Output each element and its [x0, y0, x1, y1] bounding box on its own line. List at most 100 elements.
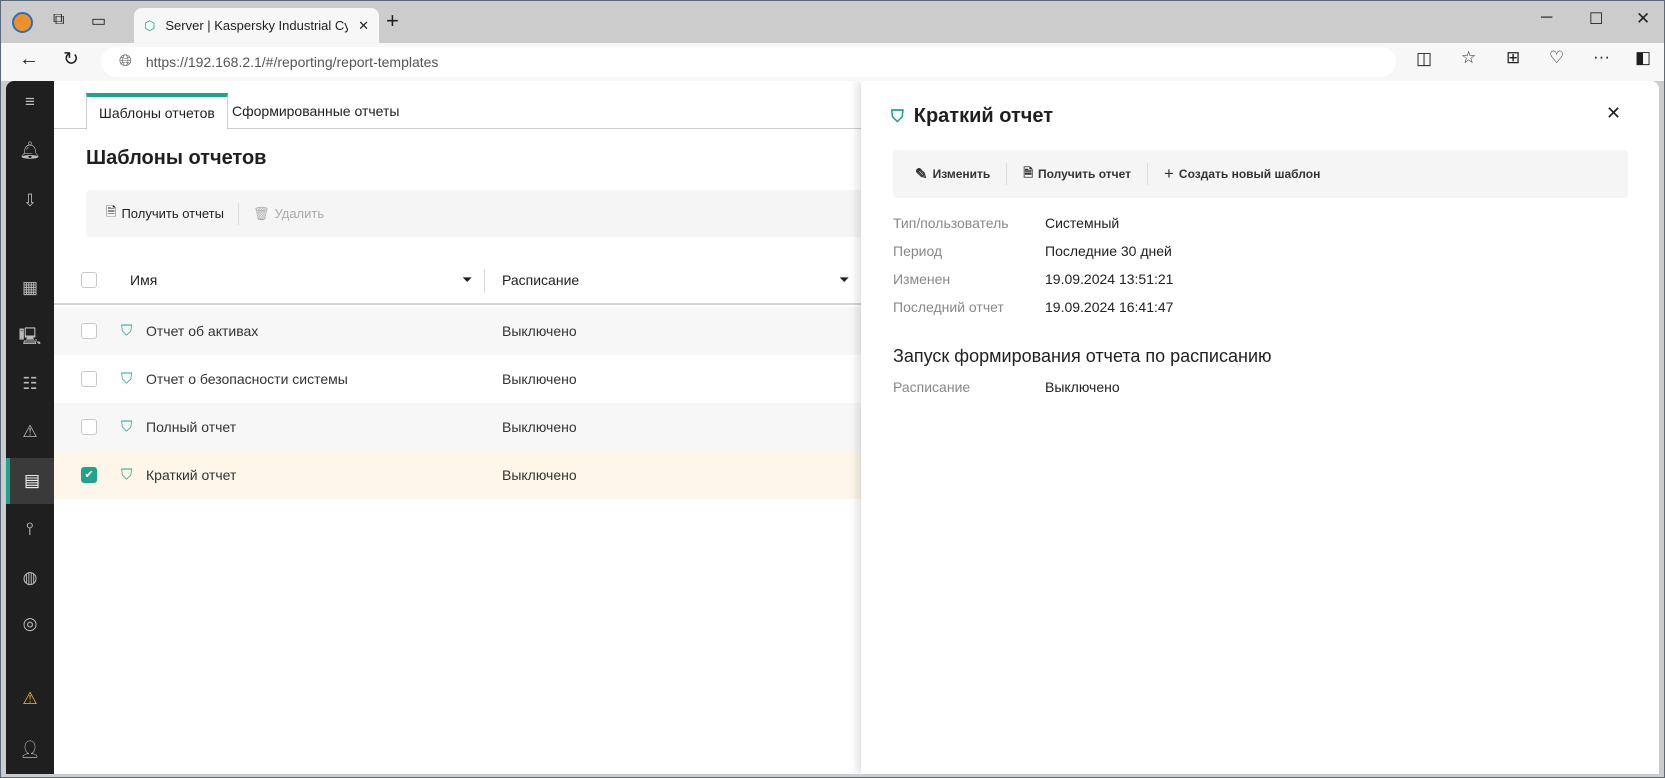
tab-title: Server | Kaspersky Industrial Cybe — [165, 18, 349, 33]
table-row[interactable]: ⛉ Отчет об активах Выключено — [54, 307, 861, 355]
sidebar-toggle-icon[interactable]: ◧ — [1635, 48, 1651, 68]
minimize-button[interactable]: ─ — [1541, 9, 1552, 27]
settings-sliders-icon[interactable]: ⫯ — [6, 506, 54, 552]
tab-report-templates[interactable]: Шаблоны отчетов — [86, 93, 228, 130]
prop-label: Тип/пользователь — [893, 215, 1009, 231]
warning-icon[interactable]: ⚠ — [6, 676, 54, 722]
collections-icon[interactable]: ⊞ — [1506, 48, 1520, 68]
prop-modified: Изменен 19.09.2024 13:51:21 — [893, 271, 1173, 287]
prop-label: Период — [893, 243, 943, 259]
column-schedule[interactable]: Расписание — [502, 272, 579, 288]
close-window-button[interactable]: ✕ — [1636, 9, 1650, 29]
divider — [1146, 163, 1148, 185]
row-schedule: Выключено — [502, 323, 577, 339]
dashboard-icon[interactable]: ▦ — [6, 265, 54, 311]
workspaces-icon[interactable]: ⧉ — [53, 11, 64, 29]
row-checkbox[interactable] — [81, 371, 97, 387]
prop-type: Тип/пользователь Системный — [893, 215, 1119, 231]
panel-header: ⛉ Краткий отчет — [891, 105, 1053, 128]
network-globe-icon[interactable]: ◍ — [6, 555, 54, 601]
filter-icon[interactable]: ⏷ — [839, 272, 849, 288]
row-schedule: Выключено — [502, 371, 577, 387]
download-icon[interactable]: ⇩ — [6, 178, 54, 224]
browser-window: ⧉ ▭ ⬡ Server | Kaspersky Industrial Cybe… — [0, 0, 1665, 778]
report-icon: 🗎︎ — [1023, 165, 1033, 180]
get-reports-button[interactable]: 🗎︎ Получить отчеты — [106, 203, 224, 225]
tab-generated-reports[interactable]: Сформированные отчеты — [220, 93, 411, 129]
menu-icon[interactable]: ≡ — [6, 81, 54, 125]
column-name[interactable]: Имя — [130, 272, 157, 288]
divider — [1006, 163, 1008, 185]
get-reports-label: Получить отчеты — [121, 206, 224, 221]
app-content: ≡ 🔔︎ ⇩ ▦ 🖳︎ ☷ ⚠︎ ▤ ⫯ ◍ ◎ ⚠ 👤︎ Шаблоны от… — [6, 81, 1659, 774]
devices-icon[interactable]: 🖳︎ — [6, 315, 54, 361]
prop-value: Выключено — [1045, 379, 1120, 395]
panel-title: Краткий отчет — [913, 105, 1054, 127]
templates-toolbar: 🗎︎ Получить отчеты 🗑︎ Удалить — [86, 190, 866, 237]
row-name[interactable]: Отчет о безопасности системы — [146, 371, 348, 387]
table-header: Имя ⏷ Расписание ⏷ — [54, 257, 861, 305]
schedule-section-heading: Запуск формирования отчета по расписанию — [893, 346, 1272, 366]
row-name[interactable]: Краткий отчет — [146, 467, 236, 483]
tab-actions-icon[interactable]: ▭ — [91, 11, 106, 31]
split-screen-icon[interactable]: ◫ — [1416, 49, 1432, 69]
favorites-icon[interactable]: ☆ — [1461, 48, 1476, 68]
table-row-selected[interactable]: ✔ ⛉ Краткий отчет Выключено — [54, 451, 861, 499]
edit-button[interactable]: ✎ Изменить — [915, 165, 990, 183]
table-row[interactable]: ⛉ Полный отчет Выключено — [54, 403, 861, 451]
prop-value: 19.09.2024 16:41:47 — [1045, 299, 1174, 315]
report-icon: 🗎︎ — [106, 203, 117, 219]
prop-value: 19.09.2024 13:51:21 — [1045, 271, 1174, 287]
page-title: Шаблоны отчетов — [86, 147, 267, 169]
shield-icon: ⛉ — [121, 418, 133, 436]
topology-icon[interactable]: ☷ — [6, 361, 54, 407]
get-report-button[interactable]: 🗎︎ Получить отчет — [1023, 164, 1131, 185]
nav-sidebar: ≡ 🔔︎ ⇩ ▦ 🖳︎ ☷ ⚠︎ ▤ ⫯ ◍ ◎ ⚠ 👤︎ — [6, 81, 54, 774]
column-divider — [484, 269, 485, 293]
get-report-label: Получить отчет — [1037, 167, 1131, 181]
row-checkbox-checked[interactable]: ✔ — [81, 467, 97, 483]
tab-bar: Шаблоны отчетов Сформированные отчеты — [54, 93, 861, 130]
shield-icon: ⛉ — [121, 322, 133, 340]
more-icon[interactable]: ··· — [1593, 47, 1610, 67]
reports-icon[interactable]: ▤ — [6, 458, 54, 504]
browser-essentials-icon[interactable]: ♡ — [1549, 48, 1564, 68]
title-bar: ⧉ ▭ ⬡ Server | Kaspersky Industrial Cybe… — [1, 1, 1664, 43]
details-panel: ⛉ Краткий отчет ✕ ✎ Изменить 🗎︎ Получить о… — [861, 81, 1659, 774]
new-tab-button[interactable]: + — [386, 8, 399, 34]
browser-tab[interactable]: ⬡ Server | Kaspersky Industrial Cybe ✕ — [134, 8, 379, 43]
row-checkbox[interactable] — [81, 323, 97, 339]
delete-button[interactable]: 🗑︎ Удалить — [253, 206, 324, 222]
reload-button[interactable]: ↻ — [63, 48, 79, 71]
plus-icon: + — [1163, 164, 1174, 183]
row-schedule: Выключено — [502, 419, 577, 435]
close-panel-icon[interactable]: ✕ — [1606, 103, 1621, 124]
prop-value: Системный — [1045, 215, 1120, 231]
prop-schedule: Расписание Выключено — [893, 379, 1120, 395]
back-button[interactable]: ← — [19, 48, 39, 71]
target-icon[interactable]: ◎ — [6, 601, 54, 647]
bell-icon[interactable]: 🔔︎ — [6, 128, 54, 174]
divider — [237, 202, 239, 225]
table-row[interactable]: ⛉ Отчет о безопасности системы Выключено — [54, 355, 861, 403]
url-text: https://192.168.2.1/#/reporting/report-t… — [145, 54, 439, 70]
browser-toolbar: ← ↻ 🌐︎ https://192.168.2.1/#/reporting/r… — [1, 43, 1664, 81]
alert-icon[interactable]: ⚠︎ — [6, 409, 54, 455]
row-checkbox[interactable] — [81, 419, 97, 435]
shield-icon: ⛉ — [121, 466, 133, 484]
row-name[interactable]: Полный отчет — [146, 419, 236, 435]
select-all-checkbox[interactable] — [81, 272, 97, 288]
user-icon[interactable]: 👤︎ — [6, 727, 54, 773]
globe-icon: 🌐︎ — [119, 53, 132, 70]
prop-value: Последние 30 дней — [1045, 243, 1172, 259]
shield-icon: ⛉ — [891, 106, 904, 126]
prop-label: Последний отчет — [893, 299, 1004, 315]
row-name[interactable]: Отчет об активах — [146, 323, 258, 339]
profile-icon[interactable] — [12, 12, 33, 33]
prop-label: Расписание — [893, 379, 971, 395]
create-template-button[interactable]: + Создать новый шаблон — [1164, 164, 1320, 184]
address-bar[interactable]: 🌐︎ https://192.168.2.1/#/reporting/repor… — [101, 47, 1396, 77]
maximize-button[interactable]: ☐ — [1589, 9, 1603, 29]
close-tab-icon[interactable]: ✕ — [358, 18, 369, 34]
filter-icon[interactable]: ⏷ — [462, 272, 472, 288]
